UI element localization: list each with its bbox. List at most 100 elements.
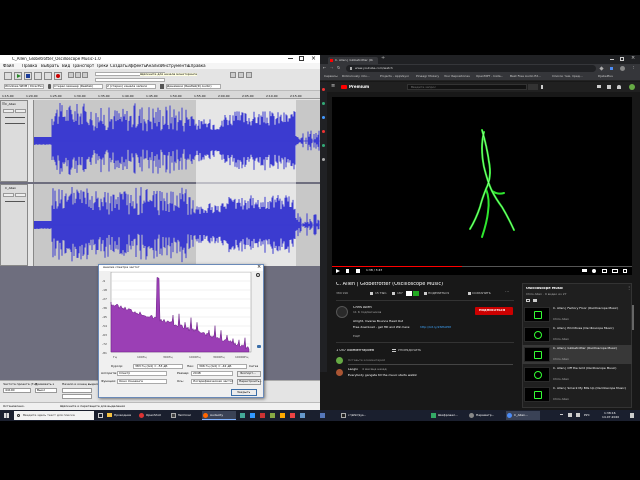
playlist-menu-icon[interactable]: ⋮ [627,286,631,290]
waveform-display[interactable] [34,100,320,266]
side-app-icon[interactable] [322,116,325,119]
close-icon[interactable]: × [311,56,316,62]
bookmark-item[interactable]: Projects - AppVeyor [380,75,409,78]
menu-tools[interactable]: Инструменты [161,64,190,68]
forward-icon[interactable]: → [330,66,333,70]
draw-tool-icon[interactable] [82,72,88,78]
track1-close-icon[interactable] [2,102,5,105]
skip-end-button[interactable] [44,72,52,80]
premium-label[interactable]: Premium [349,85,369,89]
youtube-search[interactable]: Введите запрос [407,84,527,90]
shuffle-icon[interactable] [533,299,537,302]
pinned-app-icon[interactable] [260,413,265,418]
commenter-avatar[interactable] [336,369,343,376]
share-label[interactable]: ПОДЕЛИТЬСЯ [428,292,449,295]
bookmark-item[interactable]: Your Repositories [444,75,470,78]
taskbar-app[interactable]: C_Allen... [506,411,540,420]
taskbar-app[interactable]: OpenShot [138,411,168,420]
search-icon[interactable] [528,84,538,90]
pinned-app-icon[interactable] [320,413,325,418]
show-more[interactable]: ЕЩЁ [353,335,360,338]
extension-icon[interactable] [610,67,613,70]
window-close-icon[interactable]: × [631,56,635,61]
spectrum-close-icon[interactable]: × [257,265,261,270]
playlist-item[interactable]: C. Allen | Globetrotter (Oscilloscope Mu… [522,345,632,364]
volume-icon[interactable] [356,269,360,273]
pinned-app-icon[interactable] [290,413,295,418]
apps-icon[interactable] [607,85,611,89]
channel-avatar[interactable] [336,306,348,318]
track2-mute-button[interactable] [3,193,14,197]
description-link[interactable]: http://bit.ly/2NHAPDt [420,326,451,329]
menu-analyze[interactable]: Анализ [146,64,161,68]
language-indicator[interactable]: РУС [584,414,590,417]
menu-transport[interactable]: Транспорт [72,64,94,68]
timeline-ruler[interactable]: 1:15.00 1:20.00 1:25.00 1:30.00 1:35.00 … [0,91,320,99]
playlist-scrollbar[interactable] [632,305,634,330]
fullscreen-icon[interactable] [623,269,627,273]
menu-view[interactable]: Вид [62,64,70,68]
taskbar-app-active[interactable]: Audacity [202,411,236,420]
track1-solo-button[interactable] [15,109,26,113]
side-app-icon[interactable] [322,88,325,91]
track1-name[interactable]: C_Allen [5,103,16,106]
taskbar-search[interactable]: Введите здесь текст для поиска [14,411,94,420]
sort-label[interactable]: УПОРЯДОЧИТЬ [398,349,421,352]
taskbar-app[interactable]: Параметр... [468,411,502,420]
selection-end-field[interactable] [62,394,92,399]
magnifier-icon[interactable] [256,273,260,277]
window-minimize-icon[interactable] [610,59,614,60]
clock-date[interactable]: 14.07.2020 [602,416,619,419]
taskbar-app[interactable]: Шифровал... [430,411,464,420]
settings-gear-icon[interactable] [592,269,596,273]
profile-icon[interactable] [620,66,625,71]
miniplayer-icon[interactable] [602,269,607,273]
playlist-item[interactable]: C. Allen | Factory Floor (Oscilloscope M… [522,305,632,324]
track1-pan-slider[interactable] [5,123,25,124]
play-pause-icon[interactable] [336,269,340,273]
star-icon[interactable] [599,66,604,71]
comment-input[interactable]: Оставьте комментарий [348,359,385,362]
bookmark-item[interactable]: Pinaagr Mozary [416,75,439,78]
upload-icon[interactable] [597,85,601,88]
minimize-icon[interactable] [288,58,293,59]
playback-meter[interactable] [95,78,165,82]
track1-mute-button[interactable] [3,109,14,113]
pinned-app-icon[interactable] [300,413,305,418]
share-icon[interactable] [424,292,427,295]
menu-select[interactable]: Выбрать [41,64,59,68]
track2-name[interactable]: C_Allen [5,187,16,190]
pinned-app-icon[interactable] [250,413,255,418]
playlist-item[interactable]: C. Allen | Off the Grid (Oscilloscope Mu… [522,365,632,384]
speaker-tray-icon[interactable] [576,413,580,417]
side-app-icon[interactable] [322,144,325,147]
zoom-in-icon[interactable] [230,72,236,78]
zoom-out-icon[interactable] [238,72,244,78]
selection-start-field[interactable] [62,388,92,393]
selection-tool-icon[interactable] [68,72,74,78]
channel-name[interactable]: Chris Allen [353,306,372,310]
new-tab-icon[interactable]: + [381,56,385,61]
notifications-icon[interactable] [630,413,634,418]
video-progress[interactable] [332,266,632,267]
subscribe-button[interactable]: ПОДПИСАТЬСЯ [475,307,513,315]
pinned-app-icon[interactable] [270,413,275,418]
side-app-icon[interactable] [322,130,325,133]
video-player[interactable] [332,97,632,275]
track2-solo-button[interactable] [15,193,26,197]
reload-icon[interactable]: ↻ [337,66,340,70]
bell-icon[interactable] [617,85,621,89]
window-maximize-icon[interactable] [620,57,624,61]
playlist-title[interactable]: Oscilloscope Music [526,287,563,291]
zoom-slider[interactable] [257,345,261,348]
menu-file[interactable]: Файл [3,64,14,68]
next-icon[interactable] [346,269,349,273]
envelope-tool-icon[interactable] [75,72,81,78]
subtitles-icon[interactable] [582,269,587,272]
bookmark-item[interactable]: Сервисы [324,75,338,78]
maximize-icon[interactable] [299,56,304,61]
menu-help[interactable]: Справка [188,64,206,68]
side-app-icon[interactable] [322,102,325,105]
playlist-item[interactable]: C. Allen | Smack My Bits Up (Oscilloscop… [522,385,632,404]
track2-gain-slider[interactable] [5,201,25,202]
